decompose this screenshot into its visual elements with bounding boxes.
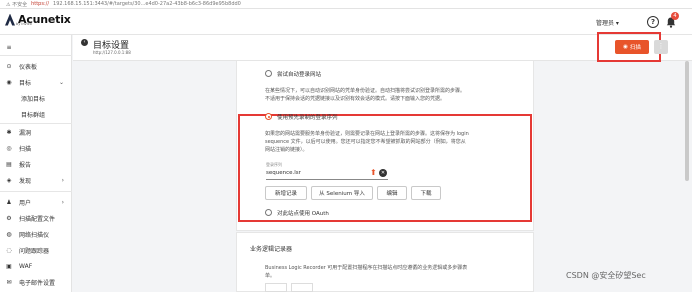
back-arrow-icon[interactable]: ‹ [81,39,88,46]
login-sequence-description: 如果您的网站需要服务单身份验证，则需要记录在网站上登录所需的步骤。这将保存为 l… [265,131,469,137]
url-protocol: https:// [31,1,50,7]
sidebar-item-users[interactable]: ♟ 用户 › [0,196,72,208]
option-oauth-label: 对此站点使用 OAuth [277,211,329,217]
sidebar-item-label: 目标 [19,79,32,87]
sidebar-item-issue-trackers[interactable]: ◌ 问题跟踪器 [0,244,72,256]
sidebar-item-add-target[interactable]: 添加目标 [0,92,72,104]
business-logic-title: 业务逻辑记录器 [250,246,293,253]
top-app-bar: Acunetix by Invicti 管理员 ▾ ? 4 [0,9,692,35]
network-icon: ◍ [6,230,12,238]
business-logic-description: Business Logic Recorder 可用于配置扫描程序在扫描站点时应… [265,265,468,271]
sidebar: ≡ ⊙ 仪表板 ◉ 目标 ⌄ 添加目标 目标群组 ✱ 漏洞 ◎ 扫描 ▤ 报告 … [0,35,72,292]
security-warning: ⚠ 不安全 [6,1,28,8]
sidebar-item-email-settings[interactable]: ✉ 电子邮件设置 [0,276,72,288]
sidebar-item-label: 漏洞 [19,129,32,137]
sidebar-item-network-scanner[interactable]: ◍ 网络扫描仪 [0,228,72,240]
user-menu[interactable]: 管理员 ▾ [596,18,619,27]
import-selenium-button[interactable]: 从 Selenium 导入 [311,186,373,200]
download-button[interactable]: 下载 [411,186,441,200]
radio-login-sequence[interactable] [265,113,272,120]
notification-badge: 4 [671,12,679,20]
login-sequence-file-input[interactable]: sequence.lsr [266,170,301,176]
sidebar-item-label: 报告 [19,161,32,169]
sidebar-item-scans[interactable]: ◎ 扫描 [0,142,72,154]
sidebar-divider [0,55,72,56]
users-icon: ♟ [6,198,12,206]
sidebar-item-discovery[interactable]: ◈ 发现 › [0,174,72,186]
login-sequence-description: 网站注销的链接）。 [265,147,308,153]
sidebar-item-vulnerabilities[interactable]: ✱ 漏洞 [0,126,72,138]
discovery-icon: ◈ [6,176,12,184]
issue-tracker-icon: ◌ [6,246,12,254]
option-login-sequence-label: 使用预先录制的登录序列 [277,115,338,121]
target-icon: ◉ [6,78,12,86]
sidebar-item-label: 发现 [19,177,32,185]
page-header: ‹ 目标设置 http://127.0.0.1:88 ◉ 扫描 ⋮ [73,32,692,62]
login-sequence-description: sequence 文件，以后可以使用。您还可以指定您不希望被抓取的网站部分（例如… [265,139,466,145]
sidebar-item-targets[interactable]: ◉ 目标 ⌄ [0,76,72,88]
target-url: http://127.0.0.1:88 [93,50,131,55]
sidebar-item-label: WAF [19,262,33,270]
sidebar-item-scan-profiles[interactable]: ⚙ 扫描配置文件 [0,212,72,224]
chevron-right-icon: › [61,176,64,184]
sidebar-item-label: 网络扫描仪 [19,231,50,239]
acunetix-logo-icon [5,13,15,26]
business-logic-description: 单。 [265,273,276,279]
bug-icon: ✱ [6,128,12,136]
sidebar-item-reports[interactable]: ▤ 报告 [0,158,72,170]
chevron-down-icon: ⌄ [58,78,64,86]
business-logic-button[interactable] [291,283,313,292]
scan-wave-icon: ◉ [623,44,628,50]
shield-icon: ▣ [6,262,12,270]
edit-button[interactable]: 编辑 [377,186,407,200]
report-icon: ▤ [6,160,12,168]
sidebar-item-label: 目标群组 [21,111,46,119]
sidebar-divider [0,123,72,124]
radio-auto-login[interactable] [265,70,272,77]
csdn-watermark: CSDN @安全矽望Sec [566,271,646,280]
acunetix-logo[interactable]: Acunetix [5,13,71,26]
dashboard-icon: ⊙ [6,62,12,70]
mail-icon: ✉ [6,278,12,286]
upload-icon[interactable]: ⬆ [370,168,377,177]
sidebar-item-waf[interactable]: ▣ WAF [0,260,72,272]
login-sequence-field-label: 登录序列 [266,162,282,167]
scan-icon: ◎ [6,144,12,152]
sidebar-divider [0,191,72,192]
sidebar-item-label: 用户 [19,199,32,207]
hamburger-icon: ≡ [6,43,12,51]
help-icon[interactable]: ? [647,16,659,28]
sidebar-item-target-groups[interactable]: 目标群组 [0,108,72,120]
scan-button-label: 扫描 [629,45,641,51]
gear-icon: ⚙ [6,214,12,222]
sidebar-item-label: 扫描配置文件 [19,215,56,223]
sidebar-menu-toggle[interactable]: ≡ [0,41,72,53]
logo-subtext: by Invicti [16,22,32,26]
browser-url-bar[interactable]: ⚠ 不安全 https:// 192.168.15.151:3443/#/tar… [0,0,692,9]
scan-button[interactable]: ◉ 扫描 [615,40,649,54]
page-scrollbar[interactable] [685,61,689,181]
business-logic-button[interactable] [265,283,287,292]
sidebar-item-label: 电子邮件设置 [19,279,56,287]
sidebar-item-label: 仪表板 [19,63,38,71]
option-auto-login-label: 尝试自动登录网站 [277,72,322,78]
more-options-button[interactable]: ⋮ [654,40,668,54]
sidebar-item-label: 添加目标 [21,95,46,103]
url-text[interactable]: 192.168.15.151:3443/#/targets/30...e4d0-… [53,1,241,7]
chevron-right-icon: › [61,198,64,206]
auto-login-description: 不适用于保持会话的凭据链接以及识别有效会话的模式。请按下面输入您的凭据。 [265,96,446,102]
file-input-underline [266,179,388,180]
new-recording-button[interactable]: 新增记录 [265,186,307,200]
sidebar-item-dashboard[interactable]: ⊙ 仪表板 [0,60,72,72]
sidebar-item-label: 问题跟踪器 [19,247,50,255]
radio-oauth[interactable] [265,209,272,216]
sidebar-item-label: 扫描 [19,145,32,153]
auto-login-description: 在某些情况下，可以自动识别网站的凭单身份验证。自动扫描将尝试识别登录所需的步骤。 [265,88,466,94]
close-icon[interactable]: ✕ [379,169,387,177]
